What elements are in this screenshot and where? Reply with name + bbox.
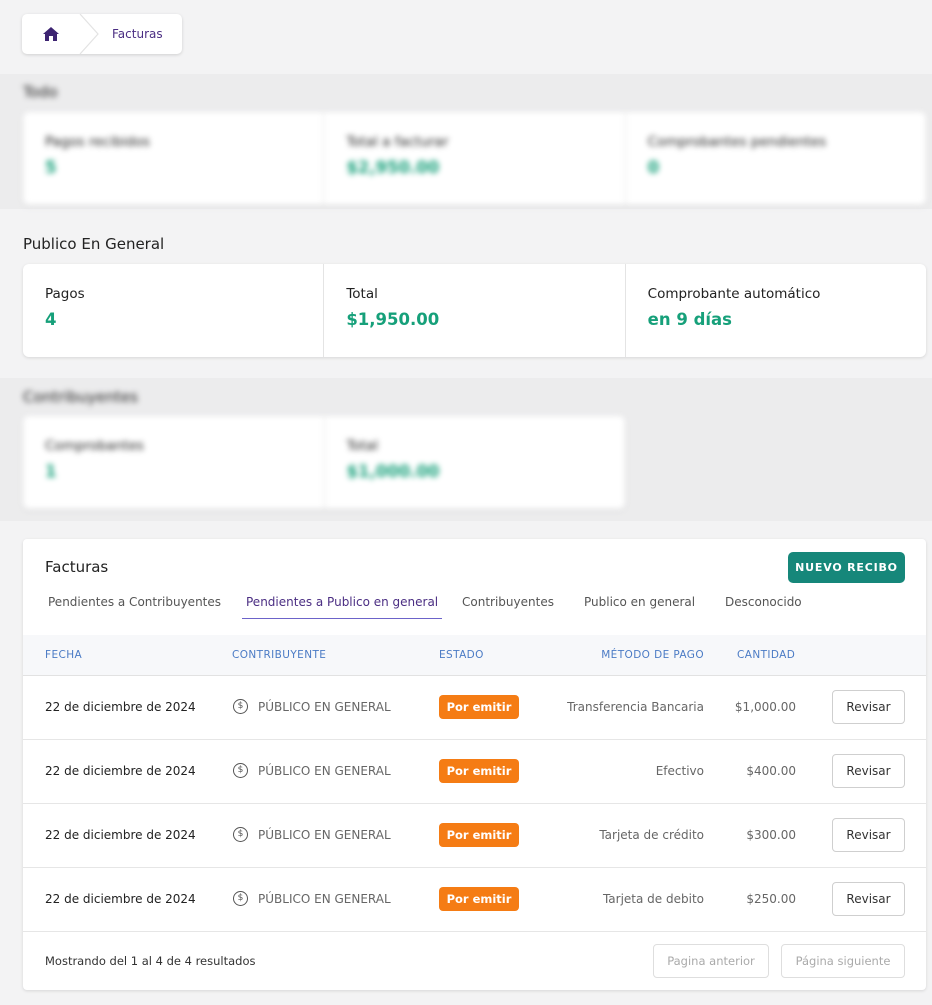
cell-metodo: Tarjeta de debito <box>602 892 704 906</box>
nuevo-recibo-button[interactable]: NUEVO RECIBO <box>788 552 905 583</box>
column-metodo-pago: MÉTODO DE PAGO <box>601 649 704 661</box>
stat-label: Pagos <box>45 286 85 302</box>
stat-label: Pagos recibidos <box>45 134 150 150</box>
stat-value: $2,950.00 <box>346 158 440 177</box>
revisar-button[interactable]: Revisar <box>832 818 905 852</box>
stat-label: Comprobantes <box>45 438 144 454</box>
status-badge: Por emitir <box>439 887 519 911</box>
stat-value: 4 <box>45 310 57 329</box>
todo-title: Todo <box>23 83 58 101</box>
stat-pagos: Pagos 4 <box>23 264 325 357</box>
results-summary: Mostrando del 1 al 4 de 4 resultados <box>45 954 256 968</box>
cell-metodo: Transferencia Bancaria <box>567 700 704 714</box>
stat-comprobantes: Comprobantes 1 <box>23 416 325 509</box>
cell-cantidad: $300.00 <box>746 828 796 842</box>
revisar-button[interactable]: Revisar <box>832 690 905 724</box>
stat-comprobantes-pendientes: Comprobantes pendientes 0 <box>626 112 926 205</box>
status-badge: Por emitir <box>439 823 519 847</box>
stat-label: Total <box>346 438 379 454</box>
next-page-button[interactable]: Página siguiente <box>781 944 905 978</box>
facturas-tabs: Pendientes a Contribuyentes Pendientes a… <box>23 591 926 621</box>
dollar-coin-icon: $ <box>233 827 248 842</box>
cell-contribuyente: PÚBLICO EN GENERAL <box>258 764 391 778</box>
contribuyentes-title: Contribuyentes <box>23 388 138 406</box>
cell-contribuyente: PÚBLICO EN GENERAL <box>258 828 391 842</box>
breadcrumb-current[interactable]: Facturas <box>112 27 163 41</box>
stat-total-contribuyentes: Total $1,000.00 <box>325 416 626 509</box>
publico-title: Publico En General <box>23 235 165 253</box>
dollar-coin-icon: $ <box>233 699 248 714</box>
stat-value: $1,950.00 <box>346 310 440 329</box>
stat-label: Total <box>346 286 378 302</box>
tab-pendientes-contribuyentes[interactable]: Pendientes a Contribuyentes <box>48 591 221 619</box>
status-badge: Por emitir <box>439 695 519 719</box>
stat-pagos-recibidos: Pagos recibidos 5 <box>23 112 325 205</box>
cell-cantidad: $250.00 <box>746 892 796 906</box>
cell-metodo: Tarjeta de crédito <box>599 828 704 842</box>
todo-stats: Pagos recibidos 5 Total a facturar $2,95… <box>23 112 926 205</box>
stat-value: 5 <box>45 158 57 177</box>
prev-page-button[interactable]: Pagina anterior <box>653 944 769 978</box>
column-cantidad: CANTIDAD <box>737 649 796 661</box>
breadcrumb-separator <box>79 14 99 54</box>
cell-metodo: Efectivo <box>655 764 704 778</box>
tab-pendientes-publico[interactable]: Pendientes a Publico en general <box>242 591 443 619</box>
revisar-button[interactable]: Revisar <box>832 754 905 788</box>
column-contribuyente: CONTRIBUYENTE <box>232 649 327 661</box>
cell-cantidad: $400.00 <box>746 764 796 778</box>
stat-value: 1 <box>45 462 57 481</box>
table-row: 22 de diciembre de 2024 $ PÚBLICO EN GEN… <box>23 676 926 740</box>
home-icon <box>43 27 59 41</box>
cell-cantidad: $1,000.00 <box>734 700 796 714</box>
stat-value: en 9 días <box>647 310 732 329</box>
stat-total: Total $1,950.00 <box>324 264 626 357</box>
stat-value: $1,000.00 <box>346 462 440 481</box>
breadcrumb-home[interactable] <box>22 14 80 54</box>
dollar-coin-icon: $ <box>233 763 248 778</box>
status-badge: Por emitir <box>439 759 519 783</box>
column-fecha: FECHA <box>45 649 83 661</box>
tab-contribuyentes[interactable]: Contribuyentes <box>462 591 554 619</box>
stat-label: Comprobantes pendientes <box>647 134 827 150</box>
stat-total-a-facturar: Total a facturar $2,950.00 <box>324 112 626 205</box>
cell-fecha: 22 de diciembre de 2024 <box>45 764 196 778</box>
cell-contribuyente: PÚBLICO EN GENERAL <box>258 700 391 714</box>
cell-fecha: 22 de diciembre de 2024 <box>45 892 196 906</box>
revisar-button[interactable]: Revisar <box>832 882 905 916</box>
table-header: FECHA CONTRIBUYENTE ESTADO MÉTODO DE PAG… <box>23 635 926 676</box>
stat-label: Total a facturar <box>346 134 449 150</box>
stat-value: 0 <box>647 158 660 177</box>
table-row: 22 de diciembre de 2024 $ PÚBLICO EN GEN… <box>23 804 926 868</box>
table-row: 22 de diciembre de 2024 $ PÚBLICO EN GEN… <box>23 868 926 932</box>
column-estado: ESTADO <box>439 649 484 661</box>
table-row: 22 de diciembre de 2024 $ PÚBLICO EN GEN… <box>23 740 926 804</box>
cell-contribuyente: PÚBLICO EN GENERAL <box>258 892 391 906</box>
publico-stats: Pagos 4 Total $1,950.00 Comprobante auto… <box>23 264 926 357</box>
facturas-title: Facturas <box>45 558 109 576</box>
cell-fecha: 22 de diciembre de 2024 <box>45 828 196 842</box>
tab-desconocido[interactable]: Desconocido <box>725 591 802 619</box>
tab-publico-en-general[interactable]: Publico en general <box>584 591 695 619</box>
cell-fecha: 22 de diciembre de 2024 <box>45 700 196 714</box>
stat-label: Comprobante automático <box>647 286 821 302</box>
contribuyentes-stats: Comprobantes 1 Total $1,000.00 <box>23 416 625 509</box>
stat-comprobante-automatico: Comprobante automático en 9 días <box>626 264 926 357</box>
dollar-coin-icon: $ <box>233 891 248 906</box>
breadcrumb: Facturas <box>22 14 182 54</box>
facturas-panel: Facturas NUEVO RECIBO Pendientes a Contr… <box>23 539 926 990</box>
